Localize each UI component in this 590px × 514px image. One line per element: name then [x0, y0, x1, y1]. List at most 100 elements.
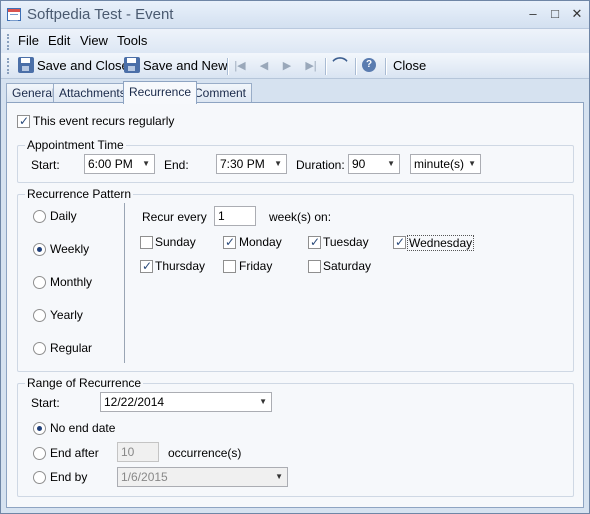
duration-label: Duration: — [296, 158, 345, 172]
menu-file[interactable]: File — [18, 33, 39, 48]
toolbar-separator — [385, 58, 386, 75]
toolbar: Save and Close Save and New |◀ ◀ ▶ ▶| ⌒ … — [1, 53, 589, 79]
no-end-date-label: No end date — [50, 421, 116, 435]
yearly-label: Yearly — [50, 308, 83, 322]
duration-unit-select[interactable]: minute(s) ▼ — [410, 154, 481, 174]
start-time-value: 6:00 PM — [88, 157, 133, 171]
event-window: Softpedia Test - Event – □ ✕ File Edit V… — [0, 0, 590, 514]
wednesday-checkbox[interactable] — [393, 235, 406, 249]
end-by-label: End by — [50, 470, 88, 484]
recurrence-pattern-title: Recurrence Pattern — [25, 187, 134, 201]
minimize-button[interactable]: – — [523, 5, 543, 23]
chevron-down-icon: ▼ — [259, 397, 267, 406]
menu-edit[interactable]: Edit — [48, 33, 70, 48]
daily-label: Daily — [50, 209, 77, 223]
friday-label: Friday — [239, 259, 273, 273]
tab-strip: General Attachments Recurrence Comment — [6, 81, 586, 104]
chevron-down-icon: ▼ — [274, 159, 282, 168]
friday-checkbox[interactable] — [223, 260, 236, 273]
range-start-date-picker[interactable]: 12/22/2014 ▼ — [100, 392, 272, 412]
thursday-label: Thursday — [155, 259, 206, 273]
saturday-label: Saturday — [323, 259, 372, 273]
regular-label: Regular — [50, 341, 93, 355]
chevron-down-icon: ▼ — [275, 472, 283, 481]
duration-unit-value: minute(s) — [414, 157, 465, 171]
menu-bar: File Edit View Tools — [1, 29, 589, 53]
appointment-time-title: Appointment Time — [25, 138, 126, 152]
end-by-value: 1/6/2015 — [121, 470, 168, 484]
previous-record-icon[interactable]: ◀ — [256, 58, 272, 74]
chevron-down-icon: ▼ — [142, 159, 150, 168]
save-icon — [18, 57, 34, 73]
tab-comment[interactable]: Comment — [188, 83, 253, 103]
sunday-checkbox[interactable] — [140, 236, 153, 249]
recur-every-input[interactable]: 1 — [214, 206, 256, 226]
end-by-date-picker[interactable]: 1/6/2015 ▼ — [117, 467, 288, 487]
save-and-new-button[interactable]: Save and New — [124, 56, 228, 76]
yearly-radio[interactable] — [33, 309, 46, 322]
weeks-on-label: week(s) on: — [269, 210, 332, 224]
no-end-date-radio[interactable] — [33, 422, 46, 435]
monday-label: Monday — [239, 235, 282, 249]
menu-view[interactable]: View — [80, 33, 108, 48]
weekly-label: Weekly — [50, 242, 90, 256]
monthly-label: Monthly — [50, 275, 93, 289]
tuesday-label: Tuesday — [323, 235, 369, 249]
window-title: Softpedia Test - Event — [27, 6, 174, 23]
start-time-select[interactable]: 6:00 PM ▼ — [84, 154, 155, 174]
monthly-radio[interactable] — [33, 276, 46, 289]
thursday-checkbox[interactable] — [140, 259, 153, 273]
regular-radio[interactable] — [33, 342, 46, 355]
close-window-button[interactable]: ✕ — [567, 5, 587, 23]
save-and-close-button[interactable]: Save and Close — [18, 56, 129, 76]
duration-value: 90 — [352, 157, 366, 171]
last-record-icon[interactable]: ▶| — [303, 58, 319, 74]
end-time-label: End: — [164, 158, 189, 172]
recurrence-panel: This event recurs regularly Appointment … — [6, 102, 584, 508]
wednesday-label: Wednesday — [407, 235, 475, 251]
range-start-value: 12/22/2014 — [104, 395, 165, 409]
end-time-select[interactable]: 7:30 PM ▼ — [216, 154, 287, 174]
close-button[interactable]: Close — [393, 56, 426, 76]
menu-grip-icon — [7, 34, 10, 50]
tab-attachments[interactable]: Attachments — [53, 83, 132, 103]
end-by-radio[interactable] — [33, 471, 46, 484]
daily-radio[interactable] — [33, 210, 46, 223]
saturday-checkbox[interactable] — [308, 260, 321, 273]
recur-every-label: Recur every — [142, 210, 207, 224]
pattern-divider — [124, 203, 125, 363]
menu-tools[interactable]: Tools — [117, 33, 147, 48]
range-start-label: Start: — [31, 396, 60, 410]
weekly-radio[interactable] — [33, 243, 46, 256]
maximize-button[interactable]: □ — [545, 5, 565, 23]
tuesday-checkbox[interactable] — [308, 235, 321, 249]
title-bar: Softpedia Test - Event – □ ✕ — [1, 1, 589, 29]
first-record-icon[interactable]: |◀ — [232, 58, 248, 74]
chevron-down-icon: ▼ — [468, 159, 476, 168]
duration-select[interactable]: 90 ▼ — [348, 154, 400, 174]
monday-checkbox[interactable] — [223, 235, 236, 249]
end-after-input[interactable]: 10 — [117, 442, 159, 462]
start-time-label: Start: — [31, 158, 60, 172]
sunday-label: Sunday — [155, 235, 196, 249]
range-of-recurrence-title: Range of Recurrence — [25, 376, 144, 390]
save-and-close-label: Save and Close — [37, 58, 129, 73]
toolbar-separator — [325, 58, 326, 75]
toolbar-separator — [227, 58, 228, 75]
end-after-radio[interactable] — [33, 447, 46, 460]
calendar-app-icon — [7, 8, 21, 21]
recurs-label: This event recurs regularly — [33, 114, 175, 128]
save-and-new-label: Save and New — [143, 58, 228, 73]
end-time-value: 7:30 PM — [220, 157, 265, 171]
help-icon[interactable]: ? — [362, 58, 376, 72]
next-record-icon[interactable]: ▶ — [279, 58, 295, 74]
save-new-icon — [124, 57, 140, 73]
toolbar-grip-icon — [7, 58, 10, 74]
end-after-label: End after — [50, 446, 99, 460]
toolbar-separator — [355, 58, 356, 75]
recurs-checkbox[interactable] — [17, 114, 30, 128]
paperclip-icon[interactable]: ⌒ — [332, 58, 348, 74]
occurrences-label: occurrence(s) — [168, 446, 242, 460]
chevron-down-icon: ▼ — [387, 159, 395, 168]
tab-recurrence[interactable]: Recurrence — [123, 81, 198, 104]
